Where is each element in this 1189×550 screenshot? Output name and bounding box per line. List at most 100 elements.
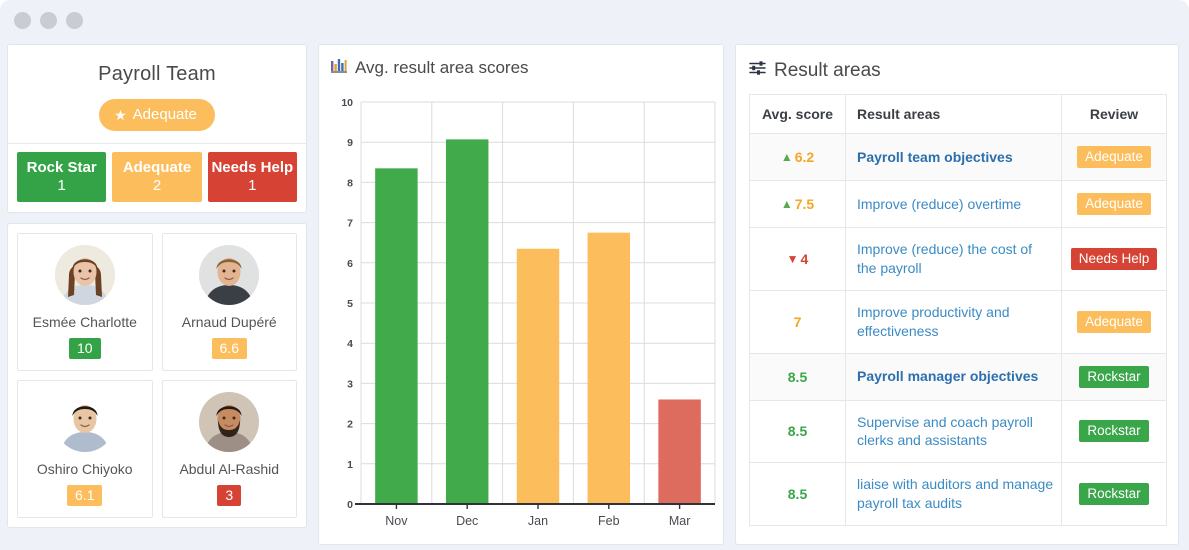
team-status-label: Adequate: [132, 106, 197, 123]
svg-text:8: 8: [347, 177, 353, 189]
table-row[interactable]: ▼ 4 Improve (reduce) the cost of the payro…: [749, 227, 1167, 291]
sliders-icon: [749, 60, 766, 82]
team-member-card[interactable]: Oshiro Chiyoko 6.1: [17, 380, 153, 519]
member-score-badge: 3: [217, 485, 242, 507]
cell-avg-score: 8.5: [749, 462, 846, 527]
status-badge[interactable]: Adequate: [1077, 310, 1151, 333]
cell-review: Rockstar: [1061, 352, 1167, 401]
score-box-count: 1: [248, 177, 257, 195]
chart-column: Avg. result area scores 0 1 2 3 4 5 6 7 8 9 10 Nov D…: [318, 44, 724, 550]
cell-result-area[interactable]: Improve (reduce) overtime: [845, 180, 1062, 228]
svg-text:1: 1: [347, 459, 353, 471]
table-row[interactable]: 8.5 liaise with auditors and manage payro…: [749, 462, 1167, 527]
result-areas-column: Result areas Avg. score Result areas Rev…: [735, 44, 1179, 550]
chart-card-header: Avg. result area scores: [319, 45, 723, 86]
result-areas-title: Result areas: [774, 60, 881, 81]
status-badge[interactable]: Needs Help: [1070, 247, 1158, 270]
table-row[interactable]: ▲ 7.5 Improve (reduce) overtime Adequate: [749, 180, 1167, 228]
cell-result-area[interactable]: Improve productivity and effectiveness: [845, 289, 1062, 354]
member-score-badge: 10: [68, 338, 101, 360]
team-header: Payroll Team ★ Adequate: [8, 45, 306, 143]
team-column: Payroll Team ★ Adequate Rock Star 1 Adequa…: [7, 44, 307, 550]
svg-text:0: 0: [347, 499, 353, 511]
cell-avg-score: ▲ 6.2: [749, 133, 846, 181]
table-row[interactable]: 8.5 Payroll manager objectives Rockstar: [749, 352, 1167, 401]
close-dot[interactable]: [14, 11, 31, 29]
chart-plot-area: 0 1 2 3 4 5 6 7 8 9 10 Nov Dec Jan Feb Mar: [319, 86, 723, 526]
cell-review: Adequate: [1061, 133, 1167, 181]
score-box-label: Adequate: [122, 159, 192, 176]
window-titlebar: [0, 0, 1189, 40]
team-members-panel: Esmée Charlotte 10 Arnaud Dupéré 6.6 Oshiro …: [7, 223, 307, 529]
score-value: 7.5: [794, 196, 815, 212]
status-badge[interactable]: Adequate: [1077, 146, 1151, 168]
cell-result-area[interactable]: liaise with auditors and manage payroll …: [845, 462, 1062, 527]
cell-result-area[interactable]: Improve (reduce) the cost of the payroll: [845, 227, 1062, 291]
browser-window: Payroll Team ★ Adequate Rock Star 1 Adequa…: [0, 0, 1189, 550]
svg-text:2: 2: [347, 419, 353, 431]
table-row[interactable]: 7 Improve productivity and effectiveness A…: [749, 289, 1167, 354]
team-members-grid: Esmée Charlotte 10 Arnaud Dupéré 6.6 Oshiro …: [8, 224, 306, 527]
member-name: Oshiro Chiyoko: [36, 461, 133, 478]
status-badge[interactable]: Rockstar: [1079, 420, 1149, 443]
score-box-1[interactable]: Adequate 2: [112, 152, 202, 203]
svg-text:7: 7: [347, 218, 353, 230]
dashboard-workspace: Payroll Team ★ Adequate Rock Star 1 Adequa…: [0, 40, 1189, 550]
avatar-esmee: [54, 245, 115, 306]
member-name: Abdul Al-Rashid: [179, 461, 280, 478]
svg-text:Mar: Mar: [669, 514, 691, 526]
team-member-card[interactable]: Arnaud Dupéré 6.6: [161, 233, 297, 372]
cell-avg-score: ▼ 4: [749, 227, 846, 291]
cell-avg-score: 7: [749, 289, 846, 354]
svg-text:10: 10: [341, 97, 353, 109]
col-avg-score[interactable]: Avg. score: [749, 94, 846, 134]
cell-result-area[interactable]: Supervise and coach payroll clerks and a…: [845, 399, 1062, 464]
team-status-badge[interactable]: ★ Adequate: [99, 99, 215, 131]
svg-text:Dec: Dec: [456, 514, 478, 526]
table-row[interactable]: 8.5 Supervise and coach payroll clerks an…: [749, 399, 1167, 464]
member-name: Arnaud Dupéré: [181, 314, 277, 331]
avg-score-chart-card: Avg. result area scores 0 1 2 3 4 5 6 7 8 9 10 Nov D…: [318, 44, 724, 545]
cell-avg-score: 8.5: [749, 399, 846, 464]
avatar-abdul: [199, 392, 260, 453]
cell-result-area[interactable]: Payroll team objectives: [845, 133, 1062, 181]
minimize-dot[interactable]: [40, 11, 57, 29]
score-value: 8.5: [787, 368, 808, 385]
table-header: Avg. score Result areas Review: [749, 94, 1167, 134]
status-badge[interactable]: Rockstar: [1079, 483, 1149, 506]
trend-up-icon: ▲: [780, 197, 793, 211]
team-summary-panel: Payroll Team ★ Adequate Rock Star 1 Adequa…: [7, 44, 307, 214]
star-icon: ★: [114, 106, 127, 123]
member-score-badge: 6.1: [67, 485, 103, 507]
cell-review: Adequate: [1061, 180, 1167, 228]
status-badge[interactable]: Adequate: [1077, 193, 1151, 215]
score-box-0[interactable]: Rock Star 1: [17, 152, 107, 203]
col-result-areas[interactable]: Result areas: [845, 94, 1062, 134]
svg-text:6: 6: [347, 258, 353, 270]
score-box-2[interactable]: Needs Help 1: [207, 152, 297, 203]
score-distribution-strip: Rock Star 1 Adequate 2 Needs Help 1: [8, 143, 306, 212]
score-value: 8.5: [787, 423, 808, 440]
maximize-dot[interactable]: [66, 11, 83, 29]
score-box-label: Rock Star: [26, 159, 97, 176]
table-header-row: Avg. score Result areas Review: [749, 94, 1167, 134]
svg-text:5: 5: [347, 298, 353, 310]
team-member-card[interactable]: Esmée Charlotte 10: [17, 233, 153, 372]
team-member-card[interactable]: Abdul Al-Rashid 3: [161, 380, 297, 519]
score-box-count: 1: [57, 177, 66, 195]
cell-review: Adequate: [1061, 289, 1167, 354]
result-areas-table: Avg. score Result areas Review ▲ 6.2 Payro…: [749, 94, 1167, 527]
score-value: 8.5: [787, 486, 808, 503]
svg-text:Nov: Nov: [385, 514, 408, 526]
status-badge[interactable]: Rockstar: [1079, 365, 1149, 388]
svg-text:Jan: Jan: [528, 514, 548, 526]
svg-text:9: 9: [347, 137, 353, 149]
table-row[interactable]: ▲ 6.2 Payroll team objectives Adequate: [749, 133, 1167, 181]
score-value: 7: [793, 313, 802, 330]
col-review[interactable]: Review: [1061, 94, 1167, 134]
cell-result-area[interactable]: Payroll manager objectives: [845, 352, 1062, 401]
bar-chart[interactable]: 0 1 2 3 4 5 6 7 8 9 10 Nov Dec Jan Feb Mar: [319, 86, 723, 526]
table-body: ▲ 6.2 Payroll team objectives Adequate ▲ 7.5 I…: [749, 133, 1167, 527]
score-value: 6.2: [794, 149, 815, 165]
result-areas-header: Result areas: [736, 45, 1178, 94]
